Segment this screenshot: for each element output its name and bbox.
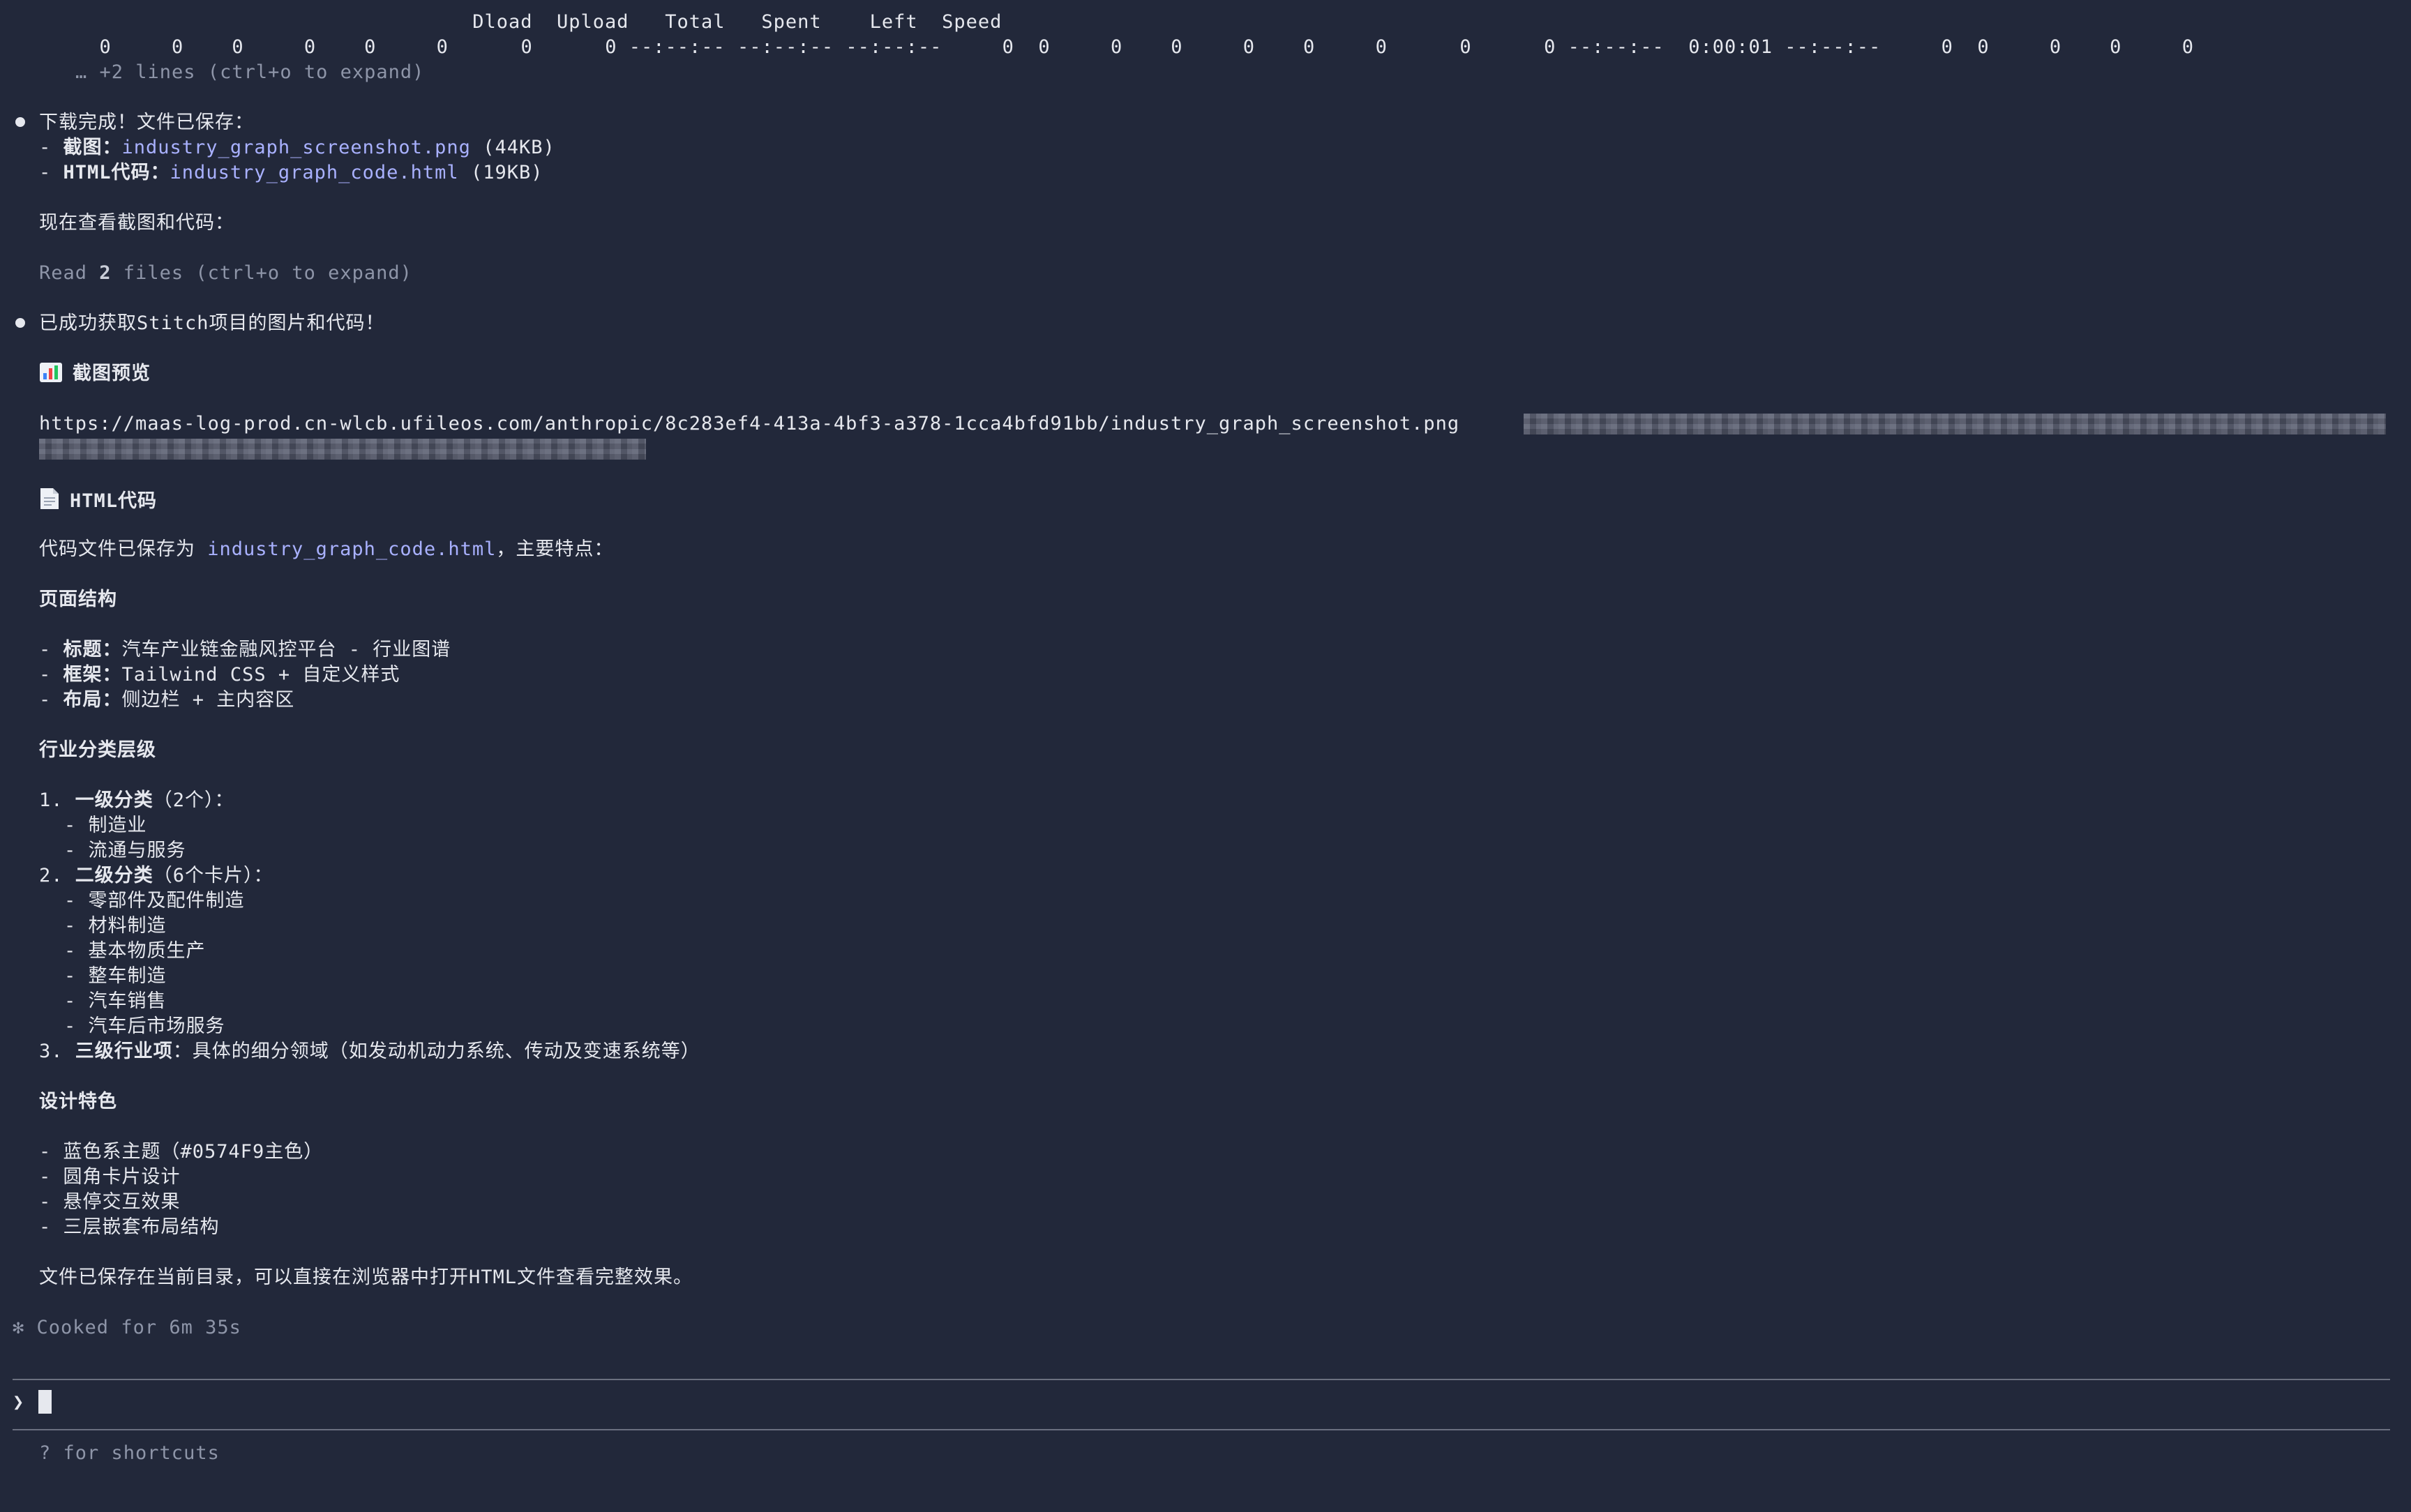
saved-prefix: 代码文件已保存为 — [39, 538, 208, 560]
structure-label: 框架： — [63, 664, 122, 686]
level2-count: （6个卡片）： — [153, 865, 273, 886]
structure-item: - 框架：Tailwind CSS + 自定义样式 — [39, 664, 400, 686]
list-item-text: 零部件及配件制造 — [88, 890, 245, 912]
screenshot-url[interactable]: https://maas-log-prod.cn-wlcb.ufileos.co… — [39, 411, 1459, 437]
screenshot-file-link[interactable]: industry_graph_screenshot.png — [122, 137, 471, 158]
curl-progress-values: 0 0 0 0 0 0 0 0 --:--:-- --:--:-- --:--:… — [75, 36, 2194, 58]
redacted-text — [1524, 414, 2386, 434]
status-text: Cooked for 6m 35s — [36, 1317, 241, 1338]
list-item: - 悬停交互效果 — [39, 1191, 181, 1213]
read-suffix: files (ctrl+o to expand) — [111, 262, 412, 284]
level3-desc: ：具体的细分领域（如发动机动力系统、传动及变速系统等） — [172, 1041, 700, 1062]
saved-file-link[interactable]: industry_graph_code.html — [207, 538, 496, 560]
list-item-text: 流通与服务 — [88, 840, 186, 861]
html-size: (19KB) — [470, 162, 543, 183]
terminal-window: Dload Upload Total Spent Left Speed 0 0 … — [0, 0, 2411, 1512]
html-file-line: - HTML代码：industry_graph_code.html (19KB) — [39, 162, 543, 183]
prompt-bottom-border — [13, 1429, 2390, 1430]
design-title: 设计特色 — [39, 1091, 117, 1112]
list-item: - 汽车后市场服务 — [64, 1015, 225, 1037]
structure-value: 汽车产业链金融风控平台 - 行业图谱 — [121, 639, 451, 660]
saved-suffix: ，主要特点： — [496, 538, 614, 560]
screenshot-file-line: - 截图：industry_graph_screenshot.png (44KB… — [39, 137, 555, 158]
structure-item: - 布局：侧边栏 + 主内容区 — [39, 689, 295, 711]
list-item-text: 汽车后市场服务 — [88, 1015, 225, 1037]
list-item-text: 基本物质生产 — [88, 940, 206, 962]
level2-label: 二级分类 — [75, 865, 153, 886]
bar-chart-icon — [39, 362, 63, 390]
preview-section-title: 截图预览 — [39, 361, 151, 386]
structure-value: 侧边栏 + 主内容区 — [121, 689, 295, 711]
structure-value: Tailwind CSS + 自定义样式 — [121, 664, 400, 686]
success-heading: 已成功获取Stitch项目的图片和代码！ — [39, 312, 385, 334]
list-item: - 基本物质生产 — [64, 940, 206, 962]
status-line: ✻ Cooked for 6m 35s — [13, 1315, 241, 1340]
list-item: - 汽车销售 — [64, 990, 167, 1012]
structure-label: 布局： — [63, 689, 122, 711]
viewing-text: 现在查看截图和代码： — [39, 212, 234, 234]
list-item-text: 汽车销售 — [88, 990, 167, 1012]
list-item: - 圆角卡片设计 — [39, 1166, 181, 1188]
list-item: - 零部件及配件制造 — [64, 890, 245, 912]
html-file-link[interactable]: industry_graph_code.html — [170, 162, 459, 183]
list-item: - 制造业 — [64, 815, 147, 836]
level3-label: 三级行业项 — [75, 1041, 173, 1062]
structure-label: 标题： — [63, 639, 122, 660]
list-item-text: 悬停交互效果 — [63, 1191, 181, 1213]
curl-progress-header: Dload Upload Total Spent Left Speed — [39, 11, 1002, 33]
list-item-text: 三层嵌套布局结构 — [63, 1216, 220, 1238]
read-files-line[interactable]: Read 2 files (ctrl+o to expand) — [39, 261, 412, 286]
level3-line: 3. 三级行业项：具体的细分领域（如发动机动力系统、传动及变速系统等） — [39, 1041, 700, 1062]
code-title: HTML代码 — [70, 490, 158, 512]
list-item: - 整车制造 — [64, 965, 167, 987]
expand-hint[interactable]: … +2 lines (ctrl+o to expand) — [75, 60, 424, 85]
download-complete-heading: 下载完成！文件已保存： — [39, 112, 254, 133]
prompt-symbol: ❯ — [13, 1391, 25, 1413]
structure-title: 页面结构 — [39, 589, 117, 610]
prompt-top-border — [13, 1379, 2390, 1380]
level2-line: 2. 二级分类（6个卡片）： — [39, 865, 273, 886]
list-item: - 流通与服务 — [64, 840, 186, 861]
list-item-text: 蓝色系主题（#0574F9主色） — [63, 1141, 324, 1163]
saved-as-line: 代码文件已保存为 industry_graph_code.html，主要特点： — [39, 537, 613, 562]
screenshot-label: 截图： — [63, 137, 122, 158]
spinner-icon: ✻ — [13, 1317, 25, 1338]
list-item-text: 圆角卡片设计 — [63, 1166, 181, 1188]
shortcuts-hint: ? for shortcuts — [39, 1442, 220, 1464]
closing-text: 文件已保存在当前目录，可以直接在浏览器中打开HTML文件查看完整效果。 — [39, 1267, 693, 1288]
list-item-text: 整车制造 — [88, 965, 167, 987]
text-cursor[interactable] — [38, 1390, 52, 1414]
screenshot-size: (44KB) — [483, 137, 555, 158]
redacted-text — [39, 439, 646, 460]
list-item-text: 材料制造 — [88, 915, 167, 937]
read-count: 2 — [99, 262, 112, 284]
structure-item: - 标题：汽车产业链金融风控平台 - 行业图谱 — [39, 639, 451, 660]
level1-line: 1. 一级分类（2个）： — [39, 789, 234, 811]
code-section-title: HTML代码 — [39, 487, 157, 512]
list-item: - 蓝色系主题（#0574F9主色） — [39, 1141, 324, 1163]
message-bullet — [15, 117, 25, 127]
list-item: - 材料制造 — [64, 915, 167, 937]
level1-count: （2个）： — [153, 789, 234, 811]
preview-title: 截图预览 — [73, 363, 151, 384]
message-bullet — [15, 318, 25, 328]
document-icon — [39, 487, 60, 517]
level1-label: 一级分类 — [75, 789, 153, 811]
levels-title: 行业分类层级 — [39, 739, 156, 761]
list-item: - 三层嵌套布局结构 — [39, 1216, 220, 1238]
read-prefix: Read — [39, 262, 100, 284]
list-item-text: 制造业 — [88, 815, 147, 836]
html-label: HTML代码： — [63, 162, 170, 183]
